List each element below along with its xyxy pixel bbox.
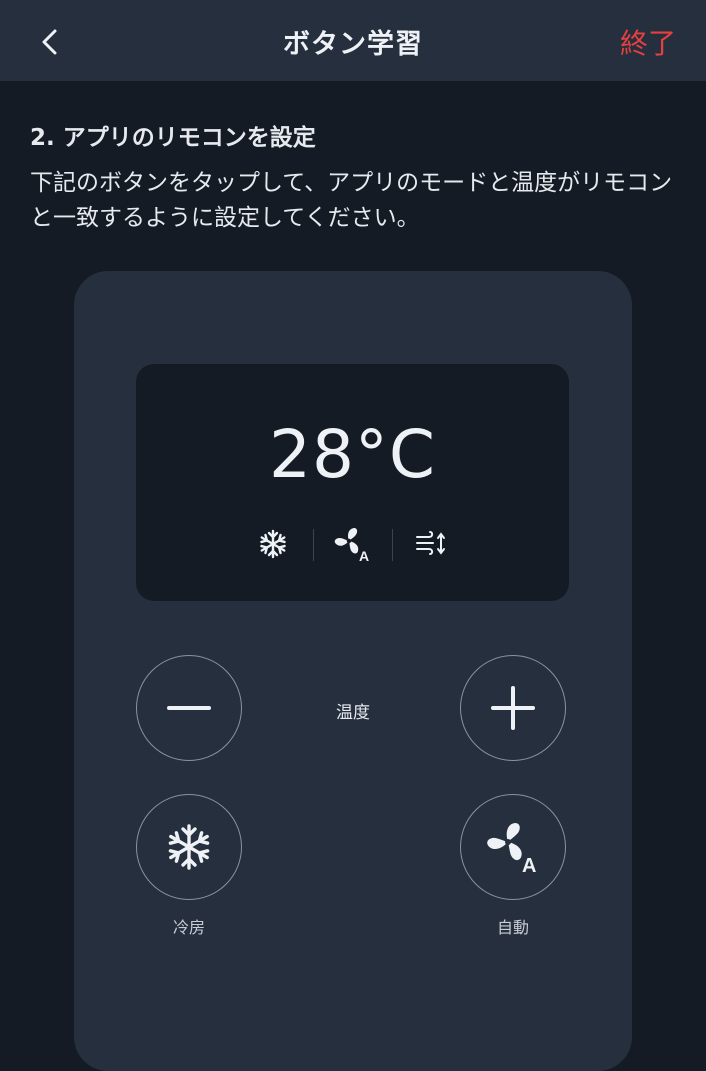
temperature-down-button[interactable]	[136, 655, 242, 761]
fan-auto-badge: A	[359, 548, 369, 564]
swing-icon	[409, 522, 453, 566]
remote-display: 28°C A	[136, 364, 569, 601]
snowflake-icon	[168, 824, 210, 870]
page-title: ボタン学習	[283, 29, 423, 60]
temperature-readout: 28°C	[268, 416, 437, 493]
plus-icon	[491, 686, 535, 730]
fan-auto-icon: A	[330, 522, 374, 566]
fan-auto-badge: A	[522, 855, 536, 876]
temperature-up-button[interactable]	[460, 655, 566, 761]
remote-panel: 28°C A 温度 冷房 A 自動	[74, 271, 632, 1071]
minus-icon	[167, 706, 211, 710]
step-title: 2. アプリのリモコンを設定	[30, 125, 316, 151]
temperature-label: 温度	[336, 703, 370, 723]
status-icons-row: A	[136, 522, 569, 566]
fan-auto-button[interactable]: A	[460, 794, 566, 900]
fan-auto-label: 自動	[496, 918, 529, 937]
top-nav-bar: ボタン学習 終了	[0, 0, 706, 81]
snowflake-icon	[251, 522, 295, 566]
fan-auto-icon: A	[487, 823, 536, 876]
step-description: 下記のボタンをタップして、アプリのモードと温度がリモコンと一致するように設定して…	[30, 170, 673, 231]
divider	[392, 529, 393, 561]
done-button[interactable]: 終了	[620, 22, 676, 62]
divider	[313, 529, 314, 561]
cool-mode-label: 冷房	[172, 918, 205, 937]
cool-mode-button[interactable]	[136, 794, 242, 900]
